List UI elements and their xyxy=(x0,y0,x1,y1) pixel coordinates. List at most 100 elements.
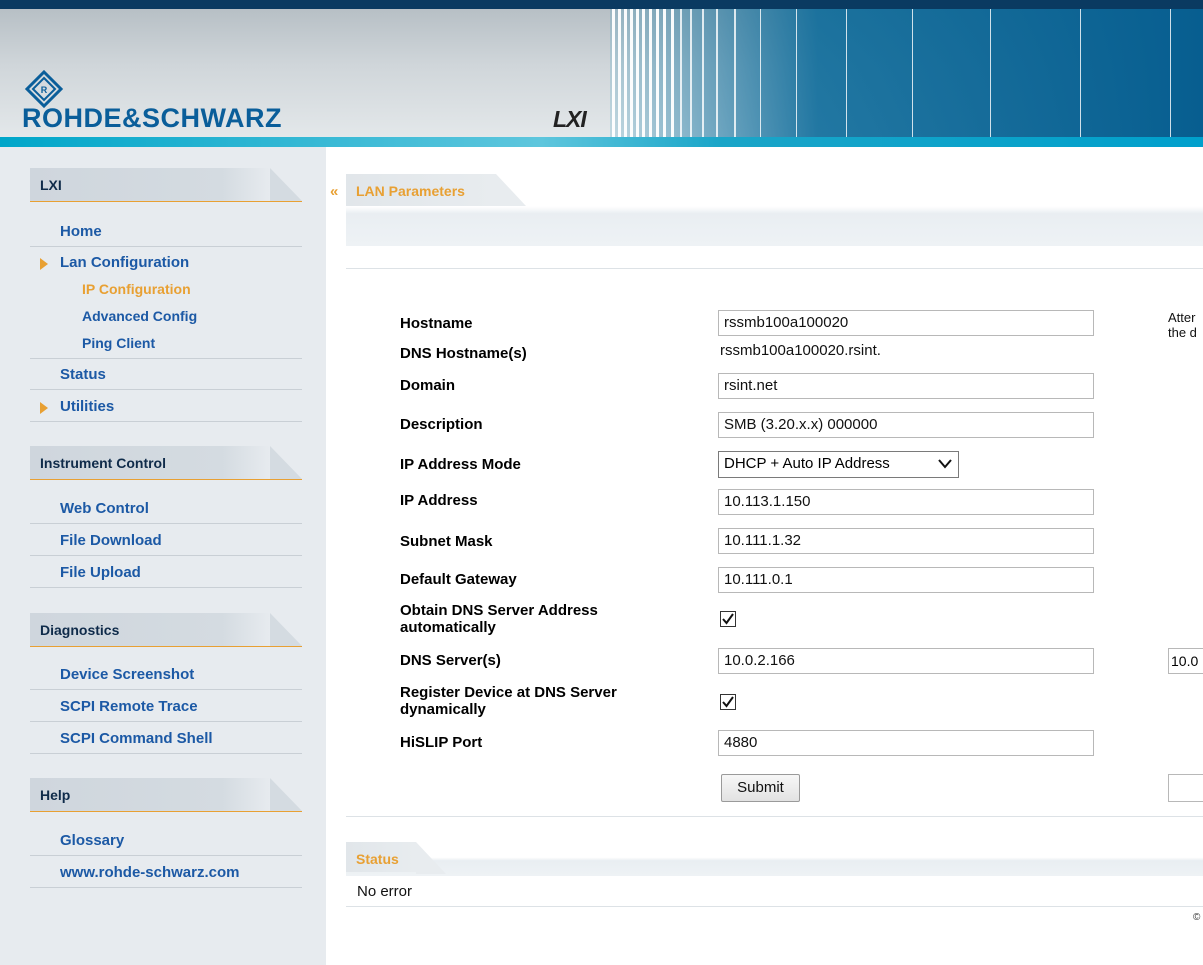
ip-address-input[interactable]: 10.113.1.150 xyxy=(718,489,1094,515)
header-bar-stripe xyxy=(796,9,797,137)
subnet-mask-label: Subnet Mask xyxy=(400,533,493,550)
right-note-line2: the d xyxy=(1168,325,1197,340)
ip-address-mode-value: DHCP + Auto IP Address xyxy=(724,455,890,472)
lxi-logo: LXI xyxy=(553,106,587,132)
sidebar-subitem-advanced-config[interactable]: Advanced Config xyxy=(82,308,197,324)
sidebar-item-home[interactable]: Home xyxy=(30,215,302,247)
header-bar-stripe xyxy=(1080,9,1081,137)
sidebar-item-device-screenshot[interactable]: Device Screenshot xyxy=(30,658,302,690)
panel-divider xyxy=(346,268,1203,269)
header-bar-stripe xyxy=(630,9,633,137)
dns-hostnames-label: DNS Hostname(s) xyxy=(400,345,527,362)
sidebar-item-file-download[interactable]: File Download xyxy=(30,524,302,556)
sidebar-item-label: Status xyxy=(60,366,106,383)
header-bar-stripe xyxy=(663,9,666,137)
hostname-input[interactable]: rssmb100a100020 xyxy=(718,310,1094,336)
sidebar-item-label: SCPI Remote Trace xyxy=(60,698,198,715)
sidebar-section-diagnostics: Diagnostics xyxy=(30,613,302,647)
page-header: R ROHDE&SCHWARZ LXI xyxy=(0,0,1203,147)
header-bar-stripe xyxy=(636,9,639,137)
expand-arrow-icon xyxy=(40,258,48,270)
copyright-text: © xyxy=(1193,912,1201,923)
header-bar-stripe xyxy=(1170,9,1171,137)
sidebar-item-glossary[interactable]: Glossary xyxy=(30,824,302,856)
sidebar-item-label: SCPI Command Shell xyxy=(60,730,213,747)
header-bar-stripe xyxy=(716,9,718,137)
header-bars-background xyxy=(610,9,1203,137)
dns-servers-label: DNS Server(s) xyxy=(400,652,501,669)
sidebar-section-instrument-control: Instrument Control xyxy=(30,446,302,480)
hislip-port-label: HiSLIP Port xyxy=(400,734,483,751)
header-bar-stripe xyxy=(680,9,682,137)
dns-server-secondary-input[interactable]: 10.0 xyxy=(1168,648,1203,674)
chevron-down-icon xyxy=(938,459,952,469)
ip-address-mode-select[interactable]: DHCP + Auto IP Address xyxy=(718,451,959,478)
sidebar-item-label: Utilities xyxy=(60,398,115,415)
dns-server-primary-input[interactable]: 10.0.2.166 xyxy=(718,648,1094,674)
header-bar-stripe xyxy=(690,9,692,137)
sidebar-subitem-ip-configuration[interactable]: IP Configuration xyxy=(82,281,191,297)
brand-logo-text: ROHDE&SCHWARZ xyxy=(22,103,282,133)
status-divider xyxy=(346,906,1203,907)
sidebar-subitem-ping-client[interactable]: Ping Client xyxy=(82,335,155,351)
sidebar-item-status[interactable]: Status xyxy=(30,358,302,390)
sidebar-item-label: www.rohde-schwarz.com xyxy=(60,864,240,881)
dns-hostnames-value: rssmb100a100020.rsint. xyxy=(720,342,881,359)
status-message: No error xyxy=(357,883,413,900)
obtain-dns-label: Obtain DNS Server Address automatically xyxy=(400,602,598,636)
header-bar-stripe xyxy=(649,9,652,137)
status-panel-title: Status xyxy=(356,851,399,867)
header-bar-stripe xyxy=(760,9,761,137)
sidebar-item-file-upload[interactable]: File Upload xyxy=(30,556,302,588)
hostname-label: Hostname xyxy=(400,315,473,332)
expand-arrow-icon xyxy=(40,402,48,414)
checkmark-icon xyxy=(722,696,734,708)
sidebar-item-scpi-command-shell[interactable]: SCPI Command Shell xyxy=(30,722,302,754)
sidebar-item-web-control[interactable]: Web Control xyxy=(30,492,302,524)
default-gateway-input[interactable]: 10.111.0.1 xyxy=(718,567,1094,593)
domain-label: Domain xyxy=(400,377,456,394)
hislip-port-input[interactable]: 4880 xyxy=(718,730,1094,756)
header-bar-stripe xyxy=(671,9,674,137)
sidebar-item-label: File Upload xyxy=(60,564,141,581)
sidebar-item-label: Web Control xyxy=(60,500,149,517)
register-dns-checkbox[interactable] xyxy=(720,694,736,710)
sidebar-item-label: Home xyxy=(60,223,102,240)
header-top-line xyxy=(0,0,1203,9)
sidebar-item-scpi-remote-trace[interactable]: SCPI Remote Trace xyxy=(30,690,302,722)
collapse-sidebar-icon[interactable]: « xyxy=(330,183,338,200)
header-bar-stripe xyxy=(734,9,736,137)
sidebar-section-lxi: LXI xyxy=(30,168,302,202)
sidebar-item-lan-configuration[interactable]: Lan Configuration xyxy=(30,246,302,278)
header-bar-stripe xyxy=(642,9,645,137)
sidebar-item-website[interactable]: www.rohde-schwarz.com xyxy=(30,856,302,888)
svg-text:R: R xyxy=(41,85,48,95)
description-input[interactable]: SMB (3.20.x.x) 000000 xyxy=(718,412,1094,438)
sidebar-item-label: Glossary xyxy=(60,832,125,849)
subnet-mask-input[interactable]: 10.111.1.32 xyxy=(718,528,1094,554)
obtain-dns-checkbox[interactable] xyxy=(720,611,736,627)
domain-input[interactable]: rsint.net xyxy=(718,373,1094,399)
sidebar-item-utilities[interactable]: Utilities xyxy=(30,390,302,422)
description-label: Description xyxy=(400,416,483,433)
ip-address-label: IP Address xyxy=(400,492,478,509)
header-teal-band xyxy=(0,137,1203,147)
header-bar-stripe xyxy=(618,9,621,137)
header-bar-stripe xyxy=(702,9,704,137)
header-bar-stripe xyxy=(624,9,627,137)
lan-parameters-panel-header: LAN Parameters xyxy=(346,174,1203,246)
sidebar-item-label: File Download xyxy=(60,532,162,549)
sidebar-item-label: Device Screenshot xyxy=(60,666,195,683)
right-side-button[interactable] xyxy=(1168,774,1203,802)
panel-title: LAN Parameters xyxy=(356,183,465,199)
right-note-line1: Atter xyxy=(1168,310,1196,325)
sidebar-item-label: Lan Configuration xyxy=(60,254,190,271)
checkmark-icon xyxy=(722,613,734,625)
sidebar-section-help: Help xyxy=(30,778,302,812)
submit-button[interactable]: Submit xyxy=(721,774,800,802)
header-bar-stripe xyxy=(912,9,913,137)
header-bar-stripe xyxy=(990,9,991,137)
ip-address-mode-label: IP Address Mode xyxy=(400,456,521,473)
register-dns-label: Register Device at DNS Server dynamicall… xyxy=(400,684,617,718)
header-bar-stripe xyxy=(612,9,615,137)
